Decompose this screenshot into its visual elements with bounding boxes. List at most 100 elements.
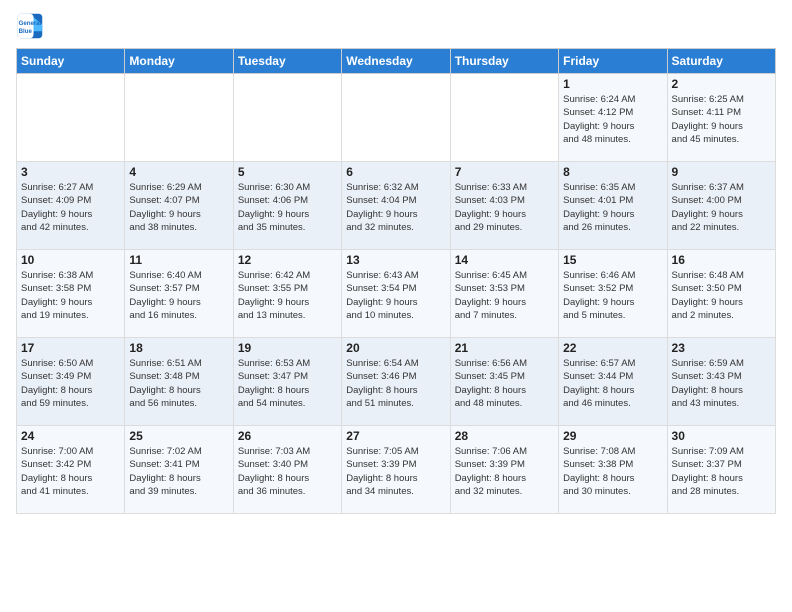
page: General Blue SundayMondayTuesdayWednesda… [0,0,792,612]
calendar-cell: 1Sunrise: 6:24 AM Sunset: 4:12 PM Daylig… [559,74,667,162]
svg-text:Blue: Blue [19,28,33,35]
calendar-cell [342,74,450,162]
calendar-cell: 23 Sunrise: 6:59 AM Sunset: 3:43 PM Dayli… [667,338,775,426]
calendar-cell: 22 Sunrise: 6:57 AM Sunset: 3:44 PM Dayli… [559,338,667,426]
calendar-cell: 11 Sunrise: 6:40 AM Sunset: 3:57 PM Dayli… [125,250,233,338]
calendar-cell: 18Sunrise: 6:51 AM Sunset: 3:48 PM Dayli… [125,338,233,426]
day-detail: Sunrise: 6:33 AM Sunset: 4:03 PM Dayligh… [455,181,554,234]
day-detail: Sunrise: 6:50 AM Sunset: 3:49 PM Dayligh… [21,357,120,410]
calendar-cell: 29 Sunrise: 7:08 AM Sunset: 3:38 PM Dayli… [559,426,667,514]
weekday-header: Friday [559,49,667,74]
day-detail: Sunrise: 6:54 AM Sunset: 3:46 PM Dayligh… [346,357,445,410]
calendar-cell: 17 Sunrise: 6:50 AM Sunset: 3:49 PM Dayli… [17,338,125,426]
day-detail: Sunrise: 6:43 AM Sunset: 3:54 PM Dayligh… [346,269,445,322]
day-detail: Sunrise: 6:40 AM Sunset: 3:57 PM Dayligh… [129,269,228,322]
calendar-cell: 24 Sunrise: 7:00 AM Sunset: 3:42 PM Dayli… [17,426,125,514]
day-number: 8 [563,165,662,179]
weekday-header: Saturday [667,49,775,74]
day-detail: Sunrise: 6:30 AM Sunset: 4:06 PM Dayligh… [238,181,337,234]
calendar-cell: 5 Sunrise: 6:30 AM Sunset: 4:06 PM Daylig… [233,162,341,250]
day-detail: Sunrise: 6:57 AM Sunset: 3:44 PM Dayligh… [563,357,662,410]
day-number: 5 [238,165,337,179]
calendar-header-row: SundayMondayTuesdayWednesdayThursdayFrid… [17,49,776,74]
day-detail: Sunrise: 6:32 AM Sunset: 4:04 PM Dayligh… [346,181,445,234]
day-number: 20 [346,341,445,355]
calendar-cell: 21 Sunrise: 6:56 AM Sunset: 3:45 PM Dayli… [450,338,558,426]
calendar-cell: 25 Sunrise: 7:02 AM Sunset: 3:41 PM Dayli… [125,426,233,514]
day-number: 6 [346,165,445,179]
day-detail: Sunrise: 6:27 AM Sunset: 4:09 PM Dayligh… [21,181,120,234]
day-number: 23 [672,341,771,355]
day-number: 27 [346,429,445,443]
day-detail: Sunrise: 6:37 AM Sunset: 4:00 PM Dayligh… [672,181,771,234]
calendar-cell: 4 Sunrise: 6:29 AM Sunset: 4:07 PM Daylig… [125,162,233,250]
day-detail: Sunrise: 6:59 AM Sunset: 3:43 PM Dayligh… [672,357,771,410]
day-detail: Sunrise: 7:00 AM Sunset: 3:42 PM Dayligh… [21,445,120,498]
day-detail: Sunrise: 7:03 AM Sunset: 3:40 PM Dayligh… [238,445,337,498]
day-number: 14 [455,253,554,267]
day-detail: Sunrise: 7:08 AM Sunset: 3:38 PM Dayligh… [563,445,662,498]
calendar-cell: 9 Sunrise: 6:37 AM Sunset: 4:00 PM Daylig… [667,162,775,250]
day-number: 2 [672,77,771,91]
weekday-header: Thursday [450,49,558,74]
day-number: 3 [21,165,120,179]
day-number: 7 [455,165,554,179]
day-number: 30 [672,429,771,443]
day-number: 26 [238,429,337,443]
logo-icon: General Blue [16,12,44,40]
day-number: 4 [129,165,228,179]
day-number: 29 [563,429,662,443]
calendar-cell: 12Sunrise: 6:42 AM Sunset: 3:55 PM Dayli… [233,250,341,338]
day-detail: Sunrise: 6:56 AM Sunset: 3:45 PM Dayligh… [455,357,554,410]
calendar-cell: 30Sunrise: 7:09 AM Sunset: 3:37 PM Dayli… [667,426,775,514]
logo: General Blue [16,12,48,40]
calendar-cell: 10 Sunrise: 6:38 AM Sunset: 3:58 PM Dayli… [17,250,125,338]
calendar-cell: 16 Sunrise: 6:48 AM Sunset: 3:50 PM Dayli… [667,250,775,338]
calendar-week-row: 3 Sunrise: 6:27 AM Sunset: 4:09 PM Daylig… [17,162,776,250]
day-number: 16 [672,253,771,267]
day-number: 10 [21,253,120,267]
calendar-cell: 14Sunrise: 6:45 AM Sunset: 3:53 PM Dayli… [450,250,558,338]
calendar-cell: 28 Sunrise: 7:06 AM Sunset: 3:39 PM Dayli… [450,426,558,514]
day-number: 21 [455,341,554,355]
calendar-cell: 20 Sunrise: 6:54 AM Sunset: 3:46 PM Dayli… [342,338,450,426]
day-number: 18 [129,341,228,355]
day-detail: Sunrise: 6:35 AM Sunset: 4:01 PM Dayligh… [563,181,662,234]
calendar-cell: 8 Sunrise: 6:35 AM Sunset: 4:01 PM Daylig… [559,162,667,250]
day-number: 12 [238,253,337,267]
day-number: 9 [672,165,771,179]
header: General Blue [16,12,776,40]
calendar-cell: 6 Sunrise: 6:32 AM Sunset: 4:04 PM Daylig… [342,162,450,250]
day-detail: Sunrise: 6:48 AM Sunset: 3:50 PM Dayligh… [672,269,771,322]
svg-text:General: General [19,20,42,27]
day-detail: Sunrise: 7:02 AM Sunset: 3:41 PM Dayligh… [129,445,228,498]
day-number: 11 [129,253,228,267]
day-number: 24 [21,429,120,443]
day-detail: Sunrise: 6:53 AM Sunset: 3:47 PM Dayligh… [238,357,337,410]
day-number: 17 [21,341,120,355]
day-number: 19 [238,341,337,355]
day-detail: Sunrise: 7:06 AM Sunset: 3:39 PM Dayligh… [455,445,554,498]
calendar-week-row: 17 Sunrise: 6:50 AM Sunset: 3:49 PM Dayli… [17,338,776,426]
weekday-header: Monday [125,49,233,74]
day-detail: Sunrise: 7:05 AM Sunset: 3:39 PM Dayligh… [346,445,445,498]
calendar-cell: 3 Sunrise: 6:27 AM Sunset: 4:09 PM Daylig… [17,162,125,250]
day-number: 25 [129,429,228,443]
weekday-header: Sunday [17,49,125,74]
weekday-header: Wednesday [342,49,450,74]
day-detail: Sunrise: 6:38 AM Sunset: 3:58 PM Dayligh… [21,269,120,322]
day-number: 28 [455,429,554,443]
calendar-cell [450,74,558,162]
calendar-cell: 26 Sunrise: 7:03 AM Sunset: 3:40 PM Dayli… [233,426,341,514]
calendar-cell [233,74,341,162]
day-number: 13 [346,253,445,267]
calendar: SundayMondayTuesdayWednesdayThursdayFrid… [16,48,776,514]
calendar-cell: 7 Sunrise: 6:33 AM Sunset: 4:03 PM Daylig… [450,162,558,250]
calendar-cell [17,74,125,162]
day-detail: Sunrise: 6:29 AM Sunset: 4:07 PM Dayligh… [129,181,228,234]
weekday-header: Tuesday [233,49,341,74]
day-number: 1 [563,77,662,91]
day-detail: Sunrise: 6:25 AM Sunset: 4:11 PM Dayligh… [672,93,771,146]
day-number: 22 [563,341,662,355]
day-number: 15 [563,253,662,267]
